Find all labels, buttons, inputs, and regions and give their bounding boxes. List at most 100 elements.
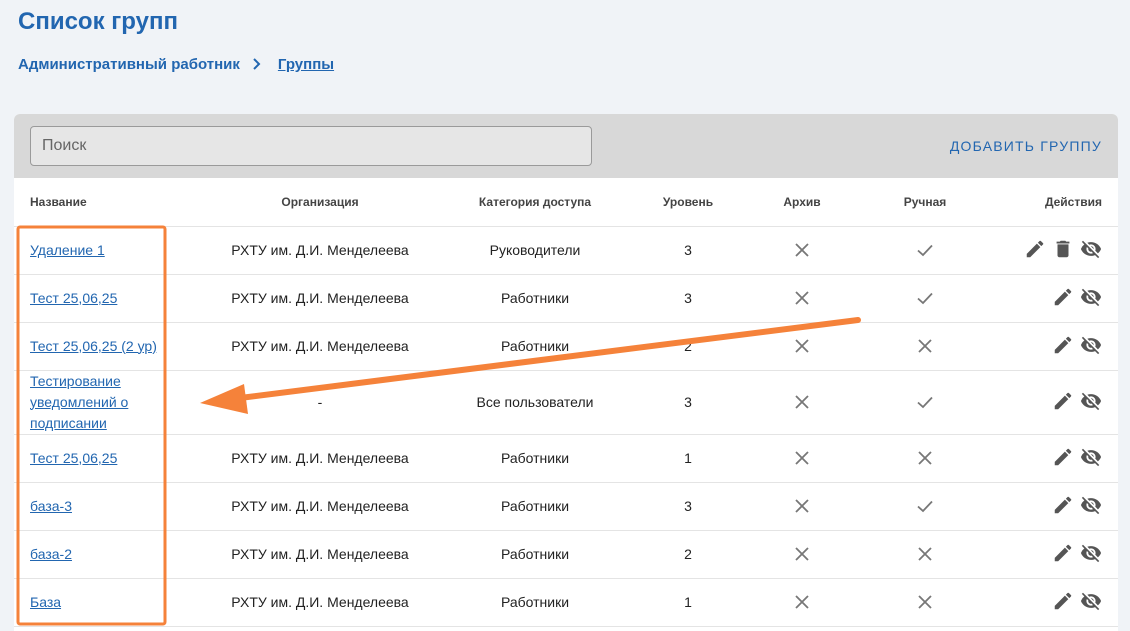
column-header-actions: Действия [1018, 178, 1118, 227]
cell-actions [1018, 482, 1118, 531]
breadcrumb-item-admin[interactable]: Административный работник [18, 56, 240, 73]
cross-icon [795, 451, 809, 465]
cross-icon [918, 595, 932, 609]
column-header-category[interactable]: Категория доступа [466, 178, 604, 227]
column-header-level[interactable]: Уровень [604, 178, 772, 227]
check-icon [917, 244, 933, 257]
group-name-link[interactable]: Удаление 1 [30, 240, 105, 261]
edit-icon[interactable] [1052, 446, 1074, 468]
table-row: база-3 РХТУ им. Д.И. Менделеева Работники 3 [14, 482, 1118, 531]
cell-archive [772, 434, 832, 483]
cell-name: база-3 [14, 482, 174, 531]
cell-name: база-2 [14, 530, 174, 579]
visibility-off-icon[interactable] [1080, 390, 1102, 412]
cell-actions [1018, 434, 1118, 483]
check-icon [917, 396, 933, 409]
column-header-name[interactable]: Название [14, 178, 174, 227]
cell-actions [1018, 274, 1118, 323]
cross-icon [795, 291, 809, 305]
cell-name: Тестирование уведомлений о подписании [14, 370, 174, 435]
cross-icon [795, 395, 809, 409]
page-title: Список групп [18, 8, 178, 35]
cell-archive [772, 226, 832, 275]
cell-archive [772, 322, 832, 371]
cross-icon [795, 339, 809, 353]
cell-organization: РХТУ им. Д.И. Менделеева [174, 530, 466, 579]
table-row: Тест 25,06,25 РХТУ им. Д.И. Менделеева Раб… [14, 274, 1118, 323]
edit-icon[interactable] [1024, 238, 1046, 260]
row-actions [1052, 446, 1102, 468]
row-actions [1052, 286, 1102, 308]
check-icon [917, 500, 933, 513]
cell-name: База [14, 578, 174, 627]
cross-icon [795, 547, 809, 561]
group-name-link[interactable]: база-2 [30, 544, 72, 565]
edit-icon[interactable] [1052, 542, 1074, 564]
add-group-button[interactable]: ДОБАВИТЬ ГРУППУ [950, 138, 1102, 154]
group-name-link[interactable]: Тест 25,06,25 (2 ур) [30, 336, 157, 357]
edit-icon[interactable] [1052, 590, 1074, 612]
column-header-archive[interactable]: Архив [772, 178, 832, 227]
visibility-off-icon[interactable] [1080, 590, 1102, 612]
cell-manual [832, 530, 1018, 579]
cell-archive [772, 530, 832, 579]
visibility-off-icon[interactable] [1080, 238, 1102, 260]
cross-icon [918, 451, 932, 465]
group-name-link[interactable]: Тестирование уведомлений о подписании [30, 371, 174, 434]
table-row: Тест 25,06,25 РХТУ им. Д.И. Менделеева Раб… [14, 434, 1118, 483]
cell-level: 3 [604, 482, 772, 531]
cell-manual [832, 274, 1018, 323]
cell-manual [832, 434, 1018, 483]
cell-actions [1018, 226, 1118, 275]
edit-icon[interactable] [1052, 286, 1074, 308]
visibility-off-icon[interactable] [1080, 542, 1102, 564]
visibility-off-icon[interactable] [1080, 286, 1102, 308]
visibility-off-icon[interactable] [1080, 446, 1102, 468]
toolbar: ДОБАВИТЬ ГРУППУ [14, 114, 1118, 178]
column-header-organization[interactable]: Организация [174, 178, 466, 227]
cell-organization: РХТУ им. Д.И. Менделеева [174, 226, 466, 275]
table-row: Тестирование уведомлений о подписании - Вс… [14, 370, 1118, 435]
group-name-link[interactable]: Тест 25,06,25 [30, 288, 117, 309]
search-input[interactable] [30, 126, 592, 166]
chevron-right-icon [252, 57, 262, 73]
cell-actions [1018, 578, 1118, 627]
cell-category: Работники [466, 274, 604, 323]
row-actions [1052, 542, 1102, 564]
visibility-off-icon[interactable] [1080, 334, 1102, 356]
cross-icon [918, 547, 932, 561]
cell-level: 1 [604, 434, 772, 483]
table-row: База РХТУ им. Д.И. Менделеева Работники 1 [14, 578, 1118, 627]
edit-icon[interactable] [1052, 390, 1074, 412]
breadcrumb-item-groups[interactable]: Группы [278, 56, 334, 73]
cell-name: Тест 25,06,25 [14, 434, 174, 483]
cell-level: 3 [604, 226, 772, 275]
cell-archive [772, 482, 832, 531]
edit-icon[interactable] [1052, 334, 1074, 356]
table-row: Удаление 1 РХТУ им. Д.И. Менделеева Руково… [14, 226, 1118, 275]
check-icon [917, 292, 933, 305]
column-header-manual[interactable]: Ручная [832, 178, 1018, 227]
edit-icon[interactable] [1052, 494, 1074, 516]
cross-icon [795, 499, 809, 513]
cell-category: Работники [466, 482, 604, 531]
cell-archive [772, 274, 832, 323]
table-header-row: Название Организация Категория доступа У… [14, 178, 1118, 227]
cell-manual [832, 322, 1018, 371]
cell-organization: - [174, 370, 466, 435]
group-name-link[interactable]: база-3 [30, 496, 72, 517]
cell-category: Работники [466, 434, 604, 483]
visibility-off-icon[interactable] [1080, 494, 1102, 516]
cell-manual [832, 482, 1018, 531]
group-name-link[interactable]: Тест 25,06,25 [30, 448, 117, 469]
row-actions [1024, 238, 1102, 260]
cell-actions [1018, 322, 1118, 371]
cell-manual [832, 578, 1018, 627]
cell-name: Удаление 1 [14, 226, 174, 275]
group-name-link[interactable]: База [30, 592, 61, 613]
table-row: Тест 25,06,25 (2 ур) РХТУ им. Д.И. Мендел… [14, 322, 1118, 371]
delete-icon[interactable] [1052, 238, 1074, 260]
cell-level: 3 [604, 274, 772, 323]
cell-category: Работники [466, 322, 604, 371]
cell-category: Руководители [466, 226, 604, 275]
